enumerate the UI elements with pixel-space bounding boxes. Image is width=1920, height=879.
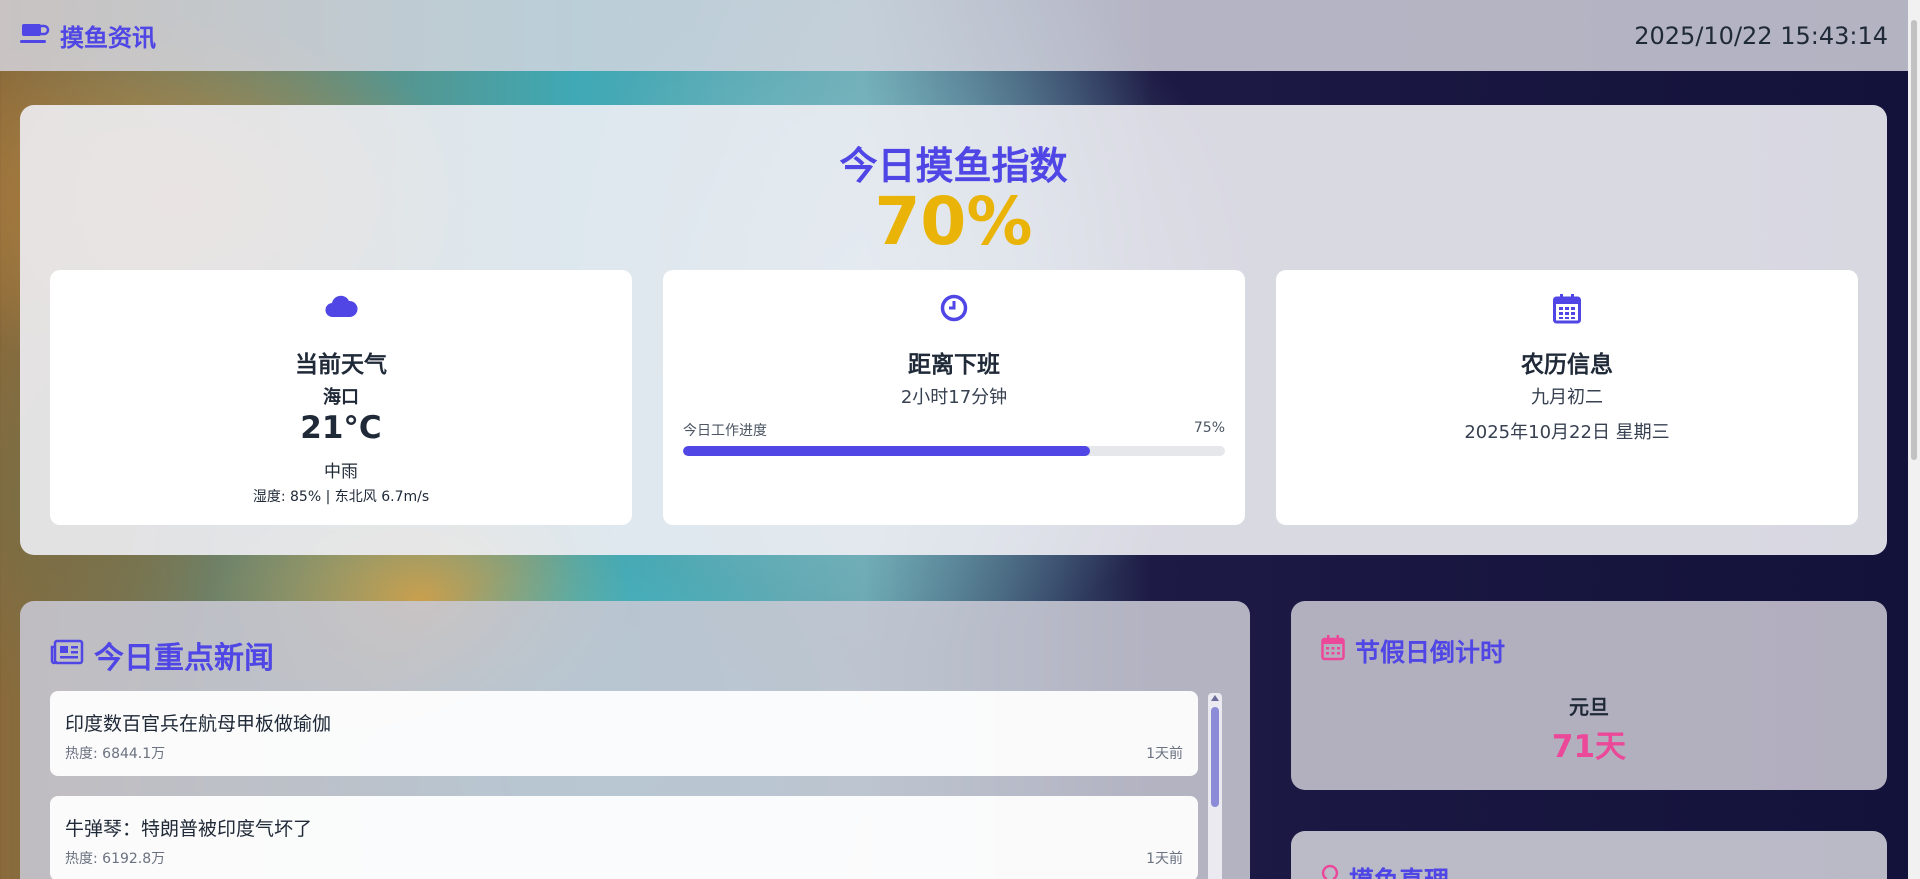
calendar-icon: [1321, 635, 1345, 667]
fishing-truth-panel: 摸鱼真理: [1291, 831, 1887, 879]
clock-icon: [663, 294, 1245, 322]
top-bar: 摸鱼资讯 2025/10/22 15:43:14: [0, 0, 1920, 71]
news-item-heat: 热度: 6844.1万: [65, 746, 166, 762]
work-progress-label: 今日工作进度: [683, 423, 767, 439]
holiday-header: 节假日倒计时: [1321, 633, 1505, 669]
news-item[interactable]: 牛弹琴：特朗普被印度气坏了 热度: 6192.8万 1天前: [50, 796, 1198, 879]
offwork-card: 距离下班 2小时17分钟 今日工作进度 75%: [663, 270, 1245, 525]
fishing-truth-header: 摸鱼真理: [1321, 861, 1449, 879]
brand-title: 摸鱼资讯: [60, 24, 156, 52]
weather-description: 中雨: [324, 462, 358, 482]
holiday-days-left: 71天: [1551, 729, 1627, 765]
offwork-title: 距离下班: [908, 352, 1000, 378]
weather-card: 当前天气 海口 21°C 中雨 湿度: 85% | 东北风 6.7m/s: [50, 270, 632, 525]
lightbulb-icon: [1321, 864, 1339, 879]
page-scrollbar-thumb[interactable]: [1911, 20, 1917, 460]
holiday-title: 节假日倒计时: [1355, 638, 1506, 667]
news-panel: 今日重点新闻 印度数百官兵在航母甲板做瑜伽 热度: 6844.1万 1天前 牛弹…: [20, 601, 1250, 879]
weather-details: 湿度: 85% | 东北风 6.7m/s: [252, 489, 430, 505]
lunar-card: 农历信息 九月初二 2025年10月22日 星期三: [1276, 270, 1858, 525]
holiday-countdown-panel: 节假日倒计时 元旦 71天: [1291, 601, 1887, 790]
work-progress-percent: 75%: [1193, 420, 1225, 436]
fishing-index-panel: 今日摸鱼指数 70% 当前天气 海口 21°C 中雨 湿度: 85% | 东北风…: [20, 105, 1887, 555]
weather-title: 当前天气: [295, 352, 387, 378]
holiday-name: 元旦: [1569, 695, 1609, 719]
coffee-cup-icon: [20, 21, 50, 51]
news-item-time: 1天前: [1146, 746, 1183, 762]
newspaper-icon: [50, 638, 84, 673]
offwork-remaining: 2小时17分钟: [900, 387, 1008, 408]
current-time: 2025/10/22 15:43:14: [1634, 21, 1888, 50]
cloud-icon: [50, 294, 632, 318]
work-progress-fill: [683, 446, 1090, 456]
fishing-index-title: 今日摸鱼指数: [839, 144, 1068, 188]
scroll-up-arrow-icon[interactable]: [1211, 695, 1219, 701]
solar-date: 2025年10月22日 星期三: [1464, 422, 1670, 443]
work-progress-bar: [683, 446, 1225, 456]
news-item-heat: 热度: 6192.8万: [65, 851, 166, 867]
work-progress-labels: 今日工作进度 75%: [683, 420, 1225, 440]
fishing-index-value: 70%: [874, 183, 1033, 260]
news-item-title[interactable]: 牛弹琴：特朗普被印度气坏了: [65, 814, 312, 841]
news-item[interactable]: 印度数百官兵在航母甲板做瑜伽 热度: 6844.1万 1天前: [50, 691, 1198, 776]
news-scrollbar-thumb[interactable]: [1211, 707, 1219, 807]
news-title: 今日重点新闻: [94, 641, 274, 676]
lunar-title: 农历信息: [1521, 352, 1613, 378]
page-scrollbar[interactable]: [1908, 0, 1920, 879]
calendar-icon: [1276, 294, 1858, 324]
news-scrollbar[interactable]: [1208, 693, 1222, 879]
lunar-date: 九月初二: [1531, 387, 1603, 408]
news-header: 今日重点新闻: [50, 633, 274, 677]
fishing-truth-title: 摸鱼真理: [1349, 861, 1449, 879]
weather-city: 海口: [323, 387, 359, 408]
weather-temperature: 21°C: [300, 410, 382, 446]
brand[interactable]: 摸鱼资讯: [20, 18, 156, 53]
news-list: 印度数百官兵在航母甲板做瑜伽 热度: 6844.1万 1天前 牛弹琴：特朗普被印…: [50, 691, 1198, 879]
news-item-time: 1天前: [1146, 851, 1183, 867]
news-item-title[interactable]: 印度数百官兵在航母甲板做瑜伽: [65, 709, 331, 736]
